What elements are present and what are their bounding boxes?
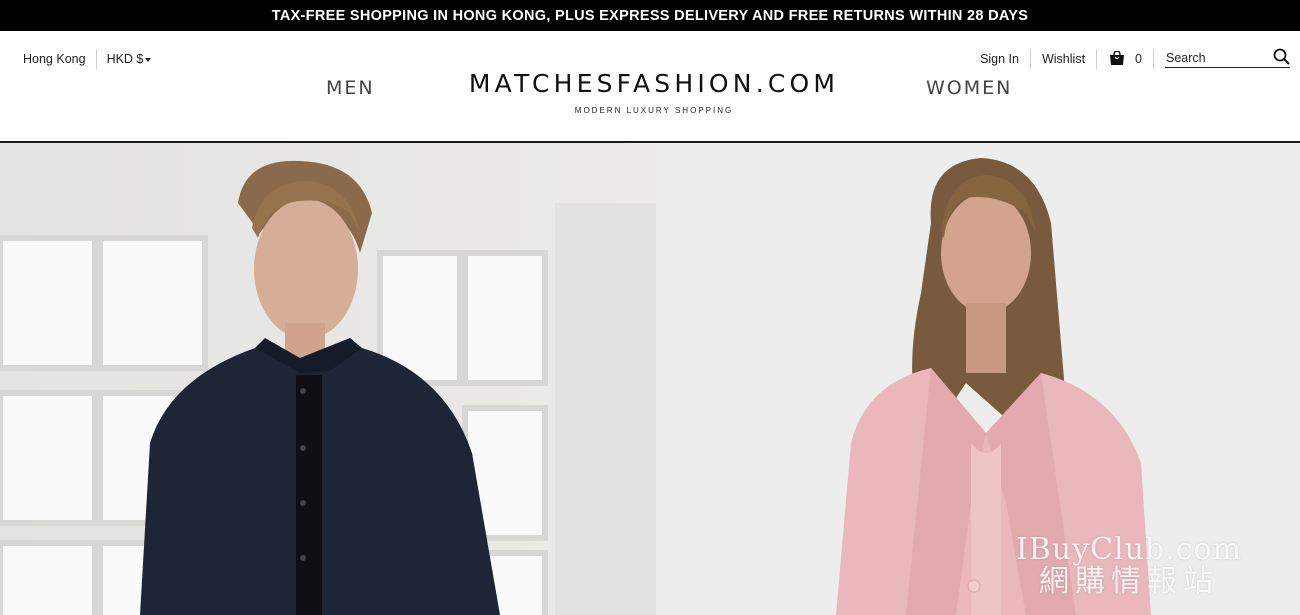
- nav-women-link[interactable]: WOMEN: [926, 77, 1012, 99]
- divider: [95, 49, 97, 69]
- divider: [1096, 49, 1098, 69]
- site-header: Hong Kong HKD $ MEN MATCHESFASHION.COM M…: [0, 31, 1300, 143]
- site-logo[interactable]: MATCHESFASHION.COM MODERN LUXURY SHOPPIN…: [426, 69, 882, 115]
- bag-count: 0: [1135, 52, 1142, 66]
- watermark: IBuyClub.com 網購情報站: [1016, 534, 1242, 597]
- shopping-bag-button[interactable]: 0: [1108, 51, 1142, 67]
- divider: [1029, 49, 1031, 69]
- divider: [1153, 49, 1154, 69]
- wishlist-link[interactable]: Wishlist: [1042, 52, 1085, 66]
- logo-tagline: MODERN LUXURY SHOPPING: [574, 106, 734, 115]
- currency-label: HKD $: [106, 52, 144, 66]
- men-photo: [0, 143, 656, 615]
- search-placeholder: Search: [1166, 51, 1206, 65]
- caret-down-icon: [145, 57, 152, 62]
- search-icon[interactable]: [1273, 48, 1290, 65]
- logo-wordmark: MATCHESFASHION.COM: [468, 69, 840, 98]
- hero-women-image[interactable]: IBuyClub.com 網購情報站: [656, 143, 1300, 615]
- promo-banner[interactable]: TAX-FREE SHOPPING IN HONG KONG, PLUS EXP…: [0, 0, 1300, 31]
- currency-selector[interactable]: HKD $: [107, 52, 152, 66]
- promo-text: TAX-FREE SHOPPING IN HONG KONG, PLUS EXP…: [271, 7, 1029, 24]
- nav-men-link[interactable]: MEN: [326, 77, 375, 99]
- shopping-bag-icon: [1110, 51, 1125, 65]
- hero-men-image[interactable]: [0, 143, 656, 615]
- country-selector[interactable]: Hong Kong: [23, 52, 86, 66]
- account-bar: Sign In Wishlist 0 Search: [980, 48, 1290, 69]
- search-input[interactable]: Search: [1165, 48, 1290, 68]
- watermark-line-1: IBuyClub.com: [1015, 532, 1242, 567]
- locale-selector: Hong Kong HKD $: [23, 49, 152, 69]
- sign-in-link[interactable]: Sign In: [980, 52, 1019, 66]
- watermark-line-2: 網購情報站: [1038, 563, 1219, 599]
